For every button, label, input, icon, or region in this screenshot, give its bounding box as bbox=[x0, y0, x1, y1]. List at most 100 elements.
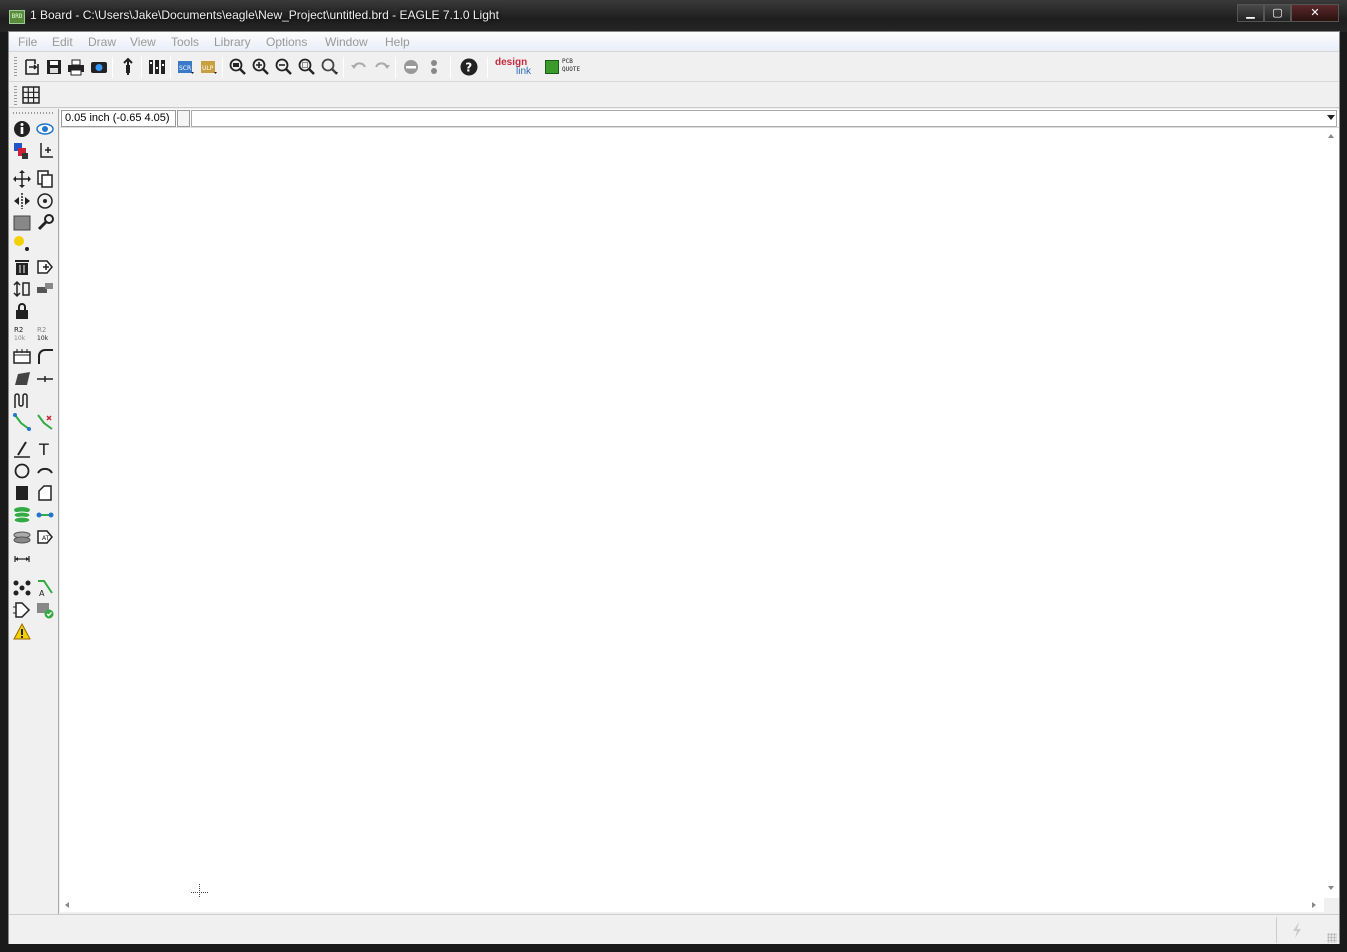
copy-icon[interactable] bbox=[35, 169, 55, 189]
autorouter-icon[interactable]: A bbox=[35, 578, 55, 598]
switch-schematic-icon[interactable] bbox=[118, 57, 138, 77]
svg-text:?: ? bbox=[465, 61, 472, 75]
ulp-icon[interactable]: ULP bbox=[199, 57, 219, 77]
stop-command-icon[interactable] bbox=[401, 57, 421, 77]
maximize-button[interactable]: ▢ bbox=[1264, 4, 1291, 22]
menu-tools[interactable]: Tools bbox=[171, 35, 199, 49]
smash-icon[interactable] bbox=[12, 346, 32, 366]
menu-edit[interactable]: Edit bbox=[52, 35, 73, 49]
display-layers-icon[interactable] bbox=[12, 141, 32, 161]
rect-icon[interactable] bbox=[12, 483, 32, 503]
menu-help[interactable]: Help bbox=[385, 35, 410, 49]
parameter-toolbar bbox=[9, 83, 1339, 108]
resize-grip-icon[interactable] bbox=[1327, 933, 1337, 943]
wire-icon[interactable] bbox=[12, 439, 32, 459]
hole-icon[interactable] bbox=[12, 527, 32, 547]
move-icon[interactable] bbox=[12, 169, 32, 189]
text-icon[interactable]: T bbox=[35, 439, 55, 459]
arc-icon[interactable] bbox=[35, 461, 55, 481]
polygon-icon[interactable] bbox=[35, 483, 55, 503]
undo-icon[interactable] bbox=[349, 57, 369, 77]
value-icon[interactable]: R2 10k bbox=[35, 323, 55, 343]
board-canvas[interactable] bbox=[60, 128, 1324, 901]
redo-icon[interactable] bbox=[372, 57, 392, 77]
scroll-left-icon[interactable] bbox=[65, 902, 69, 908]
menu-library[interactable]: Library bbox=[214, 35, 251, 49]
coordinate-button[interactable] bbox=[177, 110, 190, 127]
go-icon[interactable] bbox=[424, 57, 444, 77]
optimize-icon[interactable] bbox=[35, 369, 55, 389]
circle-icon[interactable] bbox=[12, 461, 32, 481]
lock-icon[interactable] bbox=[12, 301, 32, 321]
scroll-down-icon[interactable] bbox=[1328, 886, 1334, 890]
grid-icon[interactable] bbox=[21, 85, 41, 105]
attribute-icon[interactable]: AT bbox=[35, 527, 55, 547]
pcbquote-button[interactable]: PCB QUOTE bbox=[545, 58, 585, 78]
info-icon[interactable] bbox=[12, 119, 32, 139]
board-app-icon[interactable]: BRD bbox=[9, 10, 25, 24]
dimension-icon[interactable] bbox=[12, 549, 32, 569]
close-button[interactable]: ✕ bbox=[1291, 4, 1339, 22]
horizontal-scrollbar[interactable] bbox=[60, 898, 1324, 912]
script-icon[interactable]: SCR bbox=[176, 57, 196, 77]
cam-processor-icon[interactable] bbox=[89, 57, 109, 77]
drc-icon[interactable] bbox=[35, 600, 55, 620]
lock-alt-icon[interactable] bbox=[35, 279, 55, 299]
meander-icon[interactable] bbox=[12, 390, 32, 410]
via-icon[interactable] bbox=[12, 505, 32, 525]
name-icon[interactable]: R2 10k bbox=[12, 323, 32, 343]
command-history-dropdown-icon[interactable] bbox=[1327, 115, 1335, 120]
minimize-button[interactable]: ▁ bbox=[1237, 4, 1264, 22]
command-input[interactable] bbox=[191, 110, 1337, 127]
mirror-icon[interactable] bbox=[12, 191, 32, 211]
help-icon[interactable]: ? bbox=[459, 57, 479, 77]
signal-icon[interactable] bbox=[35, 505, 55, 525]
miter-icon[interactable] bbox=[35, 346, 55, 366]
errors-icon[interactable] bbox=[12, 622, 32, 642]
erc-icon[interactable] bbox=[12, 600, 32, 620]
toolbar-grip[interactable] bbox=[14, 57, 17, 78]
title-bar[interactable]: BRD 1 Board - C:\Users\Jake\Documents\ea… bbox=[0, 0, 1347, 32]
vertical-scrollbar[interactable] bbox=[1324, 128, 1339, 898]
delete-icon[interactable] bbox=[12, 257, 32, 277]
zoom-in-icon[interactable] bbox=[251, 57, 271, 77]
menu-file[interactable]: File bbox=[18, 35, 37, 49]
zoom-out-icon[interactable] bbox=[274, 57, 294, 77]
menu-window[interactable]: Window bbox=[325, 35, 368, 49]
svg-text:A: A bbox=[39, 589, 45, 598]
route-icon[interactable] bbox=[12, 412, 32, 432]
palette-grip[interactable] bbox=[13, 112, 55, 114]
zoom-redraw-icon[interactable] bbox=[320, 57, 340, 77]
scroll-right-icon[interactable] bbox=[1312, 902, 1316, 908]
ratsnest-icon[interactable] bbox=[12, 578, 32, 598]
layer-settings-icon[interactable] bbox=[147, 57, 167, 77]
coordinate-display: 0.05 inch (-0.65 4.05) bbox=[61, 110, 176, 127]
open-icon[interactable] bbox=[22, 57, 42, 77]
show-icon[interactable] bbox=[35, 119, 55, 139]
replace-icon[interactable] bbox=[12, 279, 32, 299]
add-icon[interactable] bbox=[35, 257, 55, 277]
svg-text:R2: R2 bbox=[37, 326, 46, 334]
save-icon[interactable] bbox=[44, 57, 64, 77]
print-icon[interactable] bbox=[66, 57, 86, 77]
paste-icon[interactable] bbox=[12, 235, 32, 255]
scroll-up-icon[interactable] bbox=[1328, 134, 1334, 138]
mark-icon[interactable] bbox=[35, 141, 55, 161]
zoom-select-icon[interactable] bbox=[297, 57, 317, 77]
menu-draw[interactable]: Draw bbox=[88, 35, 116, 49]
change-icon[interactable] bbox=[35, 213, 55, 233]
menu-view[interactable]: View bbox=[130, 35, 156, 49]
zoom-fit-icon[interactable] bbox=[228, 57, 248, 77]
menu-options[interactable]: Options bbox=[266, 35, 307, 49]
designlink-button[interactable]: design link bbox=[495, 57, 539, 79]
ripup-icon[interactable] bbox=[35, 412, 55, 432]
pcbquote-line2: QUOTE bbox=[562, 66, 581, 73]
svg-text:AT: AT bbox=[42, 535, 50, 542]
group-icon[interactable] bbox=[12, 213, 32, 233]
toolbar-grip[interactable] bbox=[14, 86, 17, 105]
script-label: SCR bbox=[179, 65, 191, 72]
stop-button[interactable] bbox=[1276, 917, 1318, 943]
split-icon[interactable] bbox=[12, 369, 32, 389]
rotate-icon[interactable] bbox=[35, 191, 55, 211]
pcbquote-line1: PCB bbox=[562, 58, 573, 65]
